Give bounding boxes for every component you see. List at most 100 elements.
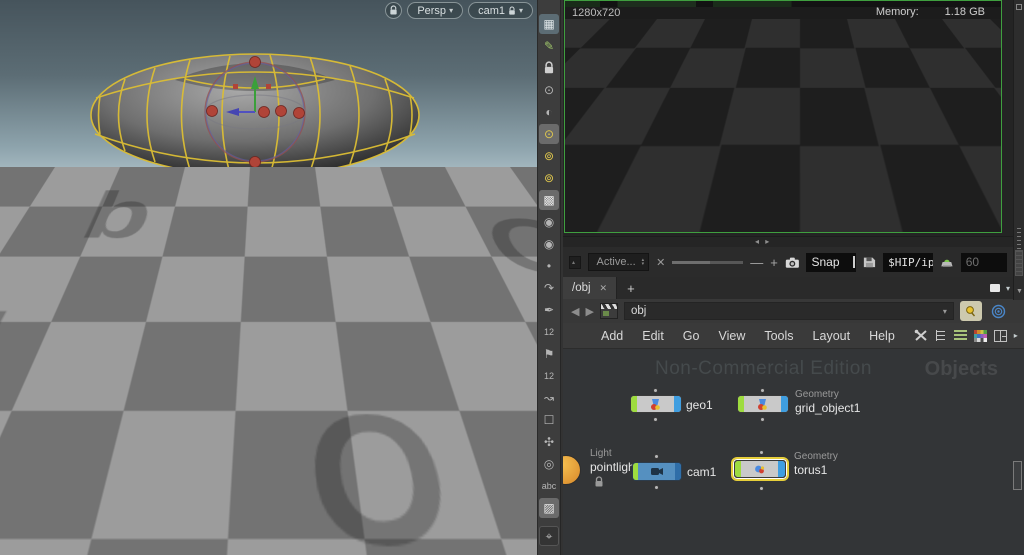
view-mode-menu[interactable]: Persp ▾: [407, 2, 463, 19]
network-scrollbar-thumb[interactable]: [1013, 461, 1022, 490]
render-view-pane[interactable]: 1280x720 fr 1 C Memory: 1.18 GB t to sho…: [563, 0, 1024, 236]
viewport-lock-button[interactable]: [385, 2, 402, 19]
display-point-normals-icon[interactable]: ✒: [539, 300, 559, 320]
display-point-trails-icon[interactable]: ↷: [539, 278, 559, 298]
list-view-icon[interactable]: [954, 330, 967, 342]
node-input-dot: [654, 454, 659, 459]
render-flag[interactable]: [778, 461, 785, 477]
menu-go[interactable]: Go: [683, 329, 700, 343]
normal-lighting-icon[interactable]: ⊙: [539, 124, 559, 144]
back-button[interactable]: ◀: [571, 305, 579, 318]
display-markers-icon[interactable]: ⚑: [539, 344, 559, 364]
network-tab-obj[interactable]: /obj ✕: [563, 277, 617, 299]
pane-tab-icon[interactable]: [1016, 4, 1022, 10]
snapshot-menu[interactable]: Snap: [806, 253, 856, 272]
display-profiles-icon[interactable]: ↝: [539, 388, 559, 408]
menu-add[interactable]: Add: [601, 329, 623, 343]
render-flag[interactable]: [674, 396, 681, 412]
zoom-in-button[interactable]: +: [770, 255, 778, 270]
tree-view-icon[interactable]: [935, 330, 947, 342]
resolution-slider[interactable]: [672, 261, 743, 264]
background-image-icon[interactable]: ▨: [539, 498, 559, 518]
show-point-geometry-icon[interactable]: ◉: [539, 234, 559, 254]
tools-wrench-icon[interactable]: [914, 329, 928, 342]
pan-widget-icon[interactable]: ◂ ▸: [755, 237, 771, 246]
menu-tools[interactable]: Tools: [764, 329, 793, 343]
high-quality-lighting-icon[interactable]: ⊚: [539, 146, 559, 166]
pane-splitter-rail[interactable]: ▼: [1013, 0, 1024, 300]
display-labels-icon[interactable]: abc: [539, 476, 559, 496]
pane-maximize-icon[interactable]: [990, 284, 1000, 292]
render-flag[interactable]: [675, 463, 681, 480]
node-torus1[interactable]: [734, 460, 786, 478]
geometry-node-icon: [637, 396, 674, 412]
light-pin-icon[interactable]: ⌖: [539, 526, 559, 546]
follow-target-icon[interactable]: [988, 301, 1010, 321]
group-select-icon[interactable]: ☐: [539, 410, 559, 430]
network-canvas[interactable]: Non-Commercial Edition Objects geo1: [563, 349, 1024, 555]
network-editor-pane: /obj ✕ + ▾ ◀ ▶ obj ▾: [563, 277, 1024, 555]
network-tab-bar: /obj ✕ + ▾: [563, 277, 1024, 299]
render-frame: fr 1: [572, 20, 620, 34]
new-tab-button[interactable]: +: [627, 281, 635, 296]
network-toolbar-icons: ▸: [914, 329, 1022, 342]
snapshot-path-field[interactable]: $HIP/ipr: [883, 253, 933, 272]
corner-grip[interactable]: [569, 256, 581, 269]
display-points-icon[interactable]: •: [539, 256, 559, 276]
close-icon[interactable]: ✕: [656, 256, 665, 269]
memory-limit-value: 60: [966, 255, 979, 269]
noncommercial-watermark: Non-Commercial Edition: [655, 358, 872, 380]
menu-edit[interactable]: Edit: [642, 329, 664, 343]
chevron-down-icon: ▾: [519, 6, 523, 15]
display-disc-icon[interactable]: ◎: [539, 454, 559, 474]
menu-layout[interactable]: Layout: [813, 329, 851, 343]
color-palette-icon[interactable]: [974, 330, 987, 342]
ipr-render-region[interactable]: 1280x720 fr 1 C Memory: 1.18 GB t to sho…: [564, 0, 1002, 233]
lighting-menu-icon[interactable]: ⊚: [539, 168, 559, 188]
memory-limit-field[interactable]: 60: [961, 253, 1007, 272]
display-normals-icon[interactable]: ✣: [539, 432, 559, 452]
material-preview-icon[interactable]: ◐: [539, 102, 559, 122]
save-snapshot-icon[interactable]: [863, 255, 876, 269]
layout-panes-icon[interactable]: [994, 330, 1007, 342]
maximize-viewport-icon[interactable]: ▦: [539, 14, 559, 34]
forward-button[interactable]: ▶: [585, 305, 593, 318]
snapshot-camera-icon[interactable]: [785, 256, 800, 269]
display-prim-numbers-icon[interactable]: 12: [539, 366, 559, 386]
overflow-arrow-icon[interactable]: ▸: [1014, 331, 1018, 340]
display-point-numbers-icon[interactable]: 12: [539, 322, 559, 342]
node-output-dot: [760, 417, 765, 422]
node-pointlight1[interactable]: [563, 455, 581, 485]
lock-camera-icon[interactable]: [539, 58, 559, 78]
network-context-icon[interactable]: [600, 303, 618, 319]
menu-help[interactable]: Help: [869, 329, 895, 343]
chevron-down-icon[interactable]: ▼: [1016, 288, 1023, 295]
render-horizontal-scrollbar[interactable]: ◂ ▸: [563, 236, 1013, 247]
camera-menu[interactable]: cam1 ▾: [468, 2, 533, 19]
show-edit-geometry-icon[interactable]: ◉: [539, 212, 559, 232]
node-geo1[interactable]: [630, 395, 682, 413]
active-render-dropdown[interactable]: Active... ▴▾: [588, 253, 650, 271]
scene-viewport[interactable]: A 4 P S O N 2 B ar p J b D O P 2 A ar: [0, 0, 537, 555]
headlight-only-icon[interactable]: ⊙: [539, 80, 559, 100]
show-handles-icon[interactable]: ✎: [539, 36, 559, 56]
chevron-down-icon[interactable]: ▾: [1006, 284, 1010, 293]
chevron-down-icon: ▾: [449, 6, 453, 15]
node-grid-object1[interactable]: [737, 395, 789, 413]
render-edition-label: Non-Commercial Edition: [878, 217, 997, 229]
chevron-down-icon[interactable]: ▾: [943, 307, 947, 316]
node-label-geo1: geo1: [686, 398, 713, 412]
node-cam1[interactable]: [632, 462, 682, 481]
network-path-field[interactable]: obj ▾: [624, 302, 954, 320]
snapshot-path-value: $HIP/ipr: [888, 256, 933, 269]
memory-limit-icon[interactable]: [940, 255, 954, 269]
menu-view[interactable]: View: [718, 329, 745, 343]
close-icon[interactable]: ✕: [600, 283, 608, 294]
context-label: Objects: [925, 358, 998, 381]
viewport-camera-controls: Persp ▾ cam1 ▾: [385, 2, 533, 19]
scrollbar-thumb[interactable]: [1015, 250, 1023, 276]
render-flag[interactable]: [781, 396, 788, 412]
random-material-icon[interactable]: ▩: [539, 190, 559, 210]
pin-network-icon[interactable]: [960, 301, 982, 321]
zoom-out-button[interactable]: —: [750, 255, 763, 270]
